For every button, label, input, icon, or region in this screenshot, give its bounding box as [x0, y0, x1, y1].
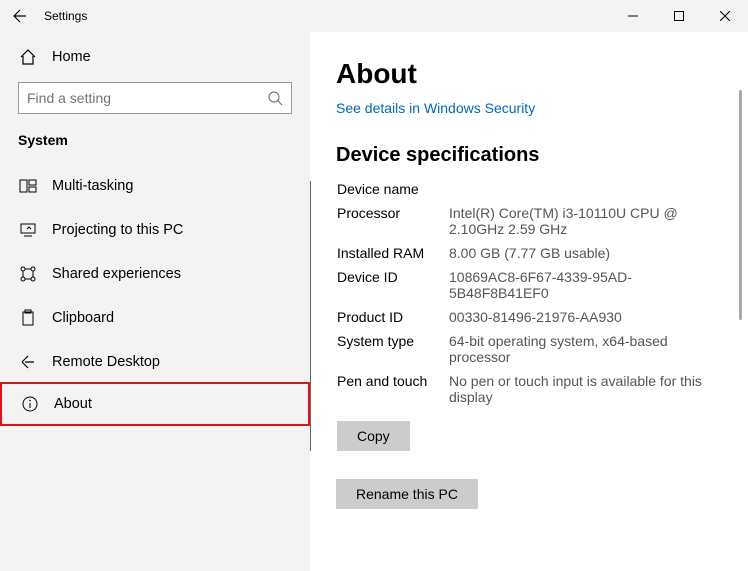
product-id-value: 00330-81496-21976-AA930 [449, 309, 722, 325]
windows-security-link[interactable]: See details in Windows Security [336, 100, 722, 116]
system-type-value: 64-bit operating system, x64-based proce… [449, 333, 722, 365]
device-name-value [449, 181, 722, 197]
device-id-label: Device ID [337, 269, 449, 301]
sidebar-item-remote-desktop[interactable]: Remote Desktop [0, 340, 310, 384]
home-link[interactable]: Home [0, 40, 310, 74]
titlebar: Settings [0, 0, 748, 32]
close-icon [720, 11, 730, 21]
remote-desktop-icon [18, 353, 38, 371]
projecting-icon [18, 221, 38, 239]
copy-button[interactable]: Copy [337, 421, 410, 451]
system-type-label: System type [337, 333, 449, 365]
multitasking-icon [18, 177, 38, 195]
home-label: Home [52, 49, 91, 65]
sidebar-item-label: Remote Desktop [52, 354, 160, 370]
sidebar-item-label: Clipboard [52, 310, 114, 326]
back-button[interactable] [0, 8, 40, 24]
sidebar: Home System Multi-tasking Projecting to … [0, 32, 310, 571]
home-icon [18, 48, 38, 66]
ram-value: 8.00 GB (7.77 GB usable) [449, 245, 722, 261]
pen-touch-value: No pen or touch input is available for t… [449, 373, 722, 405]
device-specs: Device name ProcessorIntel(R) Core(TM) i… [310, 181, 722, 451]
about-icon [20, 395, 40, 413]
window-title: Settings [40, 9, 610, 23]
main-content: About See details in Windows Security De… [310, 32, 748, 571]
search-icon [267, 90, 283, 106]
pen-touch-label: Pen and touch [337, 373, 449, 405]
device-specs-heading: Device specifications [336, 144, 722, 167]
ram-label: Installed RAM [337, 245, 449, 261]
sidebar-item-label: Multi-tasking [52, 178, 133, 194]
scrollbar[interactable] [739, 90, 742, 320]
maximize-icon [674, 11, 684, 21]
sidebar-item-label: Shared experiences [52, 266, 181, 282]
device-id-value: 10869AC8-6F67-4339-95AD-5B48F8B41EF0 [449, 269, 722, 301]
back-arrow-icon [12, 8, 28, 24]
close-button[interactable] [702, 0, 748, 32]
rename-pc-button[interactable]: Rename this PC [336, 479, 478, 509]
shared-experiences-icon [18, 265, 38, 283]
processor-label: Processor [337, 205, 449, 237]
page-title: About [336, 58, 722, 90]
sidebar-item-label: Projecting to this PC [52, 222, 183, 238]
minimize-icon [628, 11, 638, 21]
processor-value: Intel(R) Core(TM) i3-10110U CPU @ 2.10GH… [449, 205, 722, 237]
search-box[interactable] [18, 82, 292, 114]
sidebar-item-projecting[interactable]: Projecting to this PC [0, 208, 310, 252]
sidebar-item-label: About [54, 396, 92, 412]
device-name-label: Device name [337, 181, 449, 197]
search-input[interactable] [27, 90, 267, 106]
clipboard-icon [18, 309, 38, 327]
minimize-button[interactable] [610, 0, 656, 32]
sidebar-item-shared-experiences[interactable]: Shared experiences [0, 252, 310, 296]
maximize-button[interactable] [656, 0, 702, 32]
sidebar-item-clipboard[interactable]: Clipboard [0, 296, 310, 340]
product-id-label: Product ID [337, 309, 449, 325]
section-heading: System [0, 132, 310, 148]
sidebar-item-about[interactable]: About [0, 382, 310, 426]
sidebar-item-multitasking[interactable]: Multi-tasking [0, 164, 310, 208]
